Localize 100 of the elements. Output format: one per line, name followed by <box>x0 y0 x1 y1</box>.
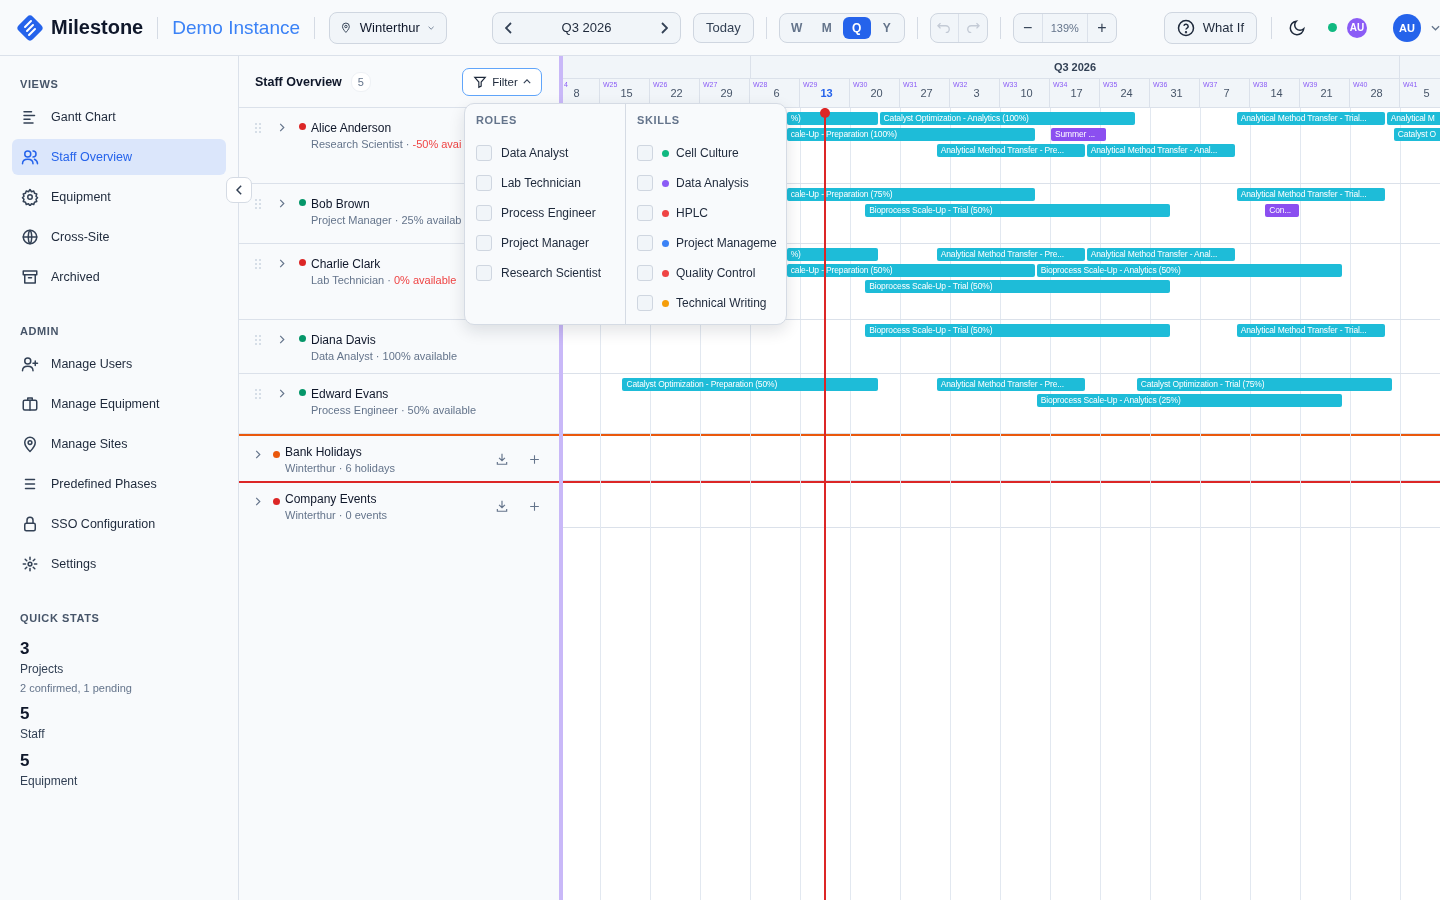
option-label[interactable]: Lab Technician <box>501 176 581 190</box>
calendar-name: Bank Holidays <box>285 445 363 459</box>
globe-icon <box>21 228 39 246</box>
chevron-left-icon <box>235 185 243 195</box>
week-date: 14 <box>1269 87 1284 99</box>
nav-item[interactable]: Cross-Site <box>12 219 226 255</box>
expand-icon[interactable] <box>279 123 285 132</box>
checkbox[interactable] <box>637 205 653 221</box>
checkbox[interactable] <box>637 265 653 281</box>
staff-name: Diana Davis <box>311 333 377 347</box>
week-date: 24 <box>1119 87 1134 99</box>
staff-details: Research Scientist · -50% avai <box>311 138 462 150</box>
zoom-level: 139% <box>1041 13 1088 42</box>
zoom-in-button[interactable]: + <box>1087 13 1116 42</box>
checkbox[interactable] <box>637 295 653 311</box>
stat-label: Projects <box>20 662 65 676</box>
stat-detail: 2 confirmed, 1 pending <box>20 682 133 694</box>
staff-details: Lab Technician · 0% available <box>311 274 457 286</box>
section-title: VIEWS <box>19 77 60 92</box>
stat-value: 5 <box>20 751 31 771</box>
calendar-details: Winterthur · 0 events <box>285 509 388 521</box>
week-date: 27 <box>919 87 934 99</box>
download-icon[interactable] <box>495 452 509 466</box>
stat-value: 3 <box>20 639 31 659</box>
lock-icon <box>21 515 39 533</box>
checkbox[interactable] <box>476 235 492 251</box>
staff-details: Process Engineer · 50% available <box>311 404 477 416</box>
user-plus-icon <box>21 355 39 373</box>
nav-item[interactable]: Manage Users <box>12 346 226 382</box>
drag-handle-icon[interactable] <box>255 389 261 399</box>
nav-item[interactable]: Equipment <box>12 179 226 215</box>
option-label[interactable]: Cell Culture <box>676 146 739 160</box>
staff-name: Alice Anderson <box>311 121 393 135</box>
drag-handle-icon[interactable] <box>255 199 261 209</box>
checkbox[interactable] <box>637 145 653 161</box>
staff-name: Charlie Clark <box>311 257 382 271</box>
location-select[interactable]: Winterthur <box>329 11 448 44</box>
nav-item[interactable]: Manage Sites <box>12 426 226 462</box>
user-avatar[interactable]: AU <box>1393 13 1422 42</box>
expand-icon[interactable] <box>279 199 285 208</box>
week-date: 31 <box>1169 87 1184 99</box>
scale-tab[interactable]: Y <box>872 16 901 39</box>
week-date: 20 <box>869 87 884 99</box>
nav-item[interactable]: SSO Configuration <box>12 506 226 542</box>
week-date: 5 <box>1422 87 1431 99</box>
checkbox[interactable] <box>476 145 492 161</box>
nav-item[interactable]: Archived <box>12 259 226 295</box>
nav-item[interactable]: Staff Overview <box>12 139 226 175</box>
chevron-down-icon <box>427 24 435 31</box>
nav-item[interactable]: Manage Equipment <box>12 386 226 422</box>
drag-handle-icon[interactable] <box>255 123 261 133</box>
drag-handle-icon[interactable] <box>255 259 261 269</box>
option-label[interactable]: Data Analyst <box>501 146 569 160</box>
chevron-left-icon <box>505 21 514 34</box>
option-label[interactable]: Research Scientist <box>501 266 602 280</box>
filter-button[interactable]: Filter <box>462 67 542 96</box>
drag-handle-icon[interactable] <box>255 335 261 345</box>
section-title: ADMIN <box>19 324 61 339</box>
option-label[interactable]: Process Engineer <box>501 206 596 220</box>
checkbox[interactable] <box>476 205 492 221</box>
scale-tab[interactable]: W <box>782 16 811 39</box>
stat-label: Staff <box>20 727 46 741</box>
week-date: 29 <box>719 87 734 99</box>
users-icon <box>21 148 39 166</box>
option-label[interactable]: Quality Control <box>676 266 756 280</box>
expand-icon[interactable] <box>255 450 261 459</box>
collapse-button[interactable] <box>226 177 252 203</box>
checkbox[interactable] <box>476 175 492 191</box>
plus-icon[interactable] <box>528 500 541 513</box>
week-date: 8 <box>572 87 581 99</box>
moon-icon[interactable] <box>1288 18 1307 37</box>
staff-name: Bob Brown <box>311 197 371 211</box>
nav-item[interactable]: Gantt Chart <box>12 99 226 135</box>
expand-icon[interactable] <box>255 497 261 506</box>
presence-avatar: AU <box>1347 17 1368 38</box>
task-bar[interactable]: Con... <box>1265 204 1299 217</box>
today-button[interactable]: Today <box>693 12 754 43</box>
expand-icon[interactable] <box>279 259 285 268</box>
option-label[interactable]: Project Manager <box>501 236 590 250</box>
nav-item[interactable]: Predefined Phases <box>12 466 226 502</box>
option-label[interactable]: HPLC <box>676 206 708 220</box>
plus-icon[interactable] <box>528 453 541 466</box>
checkbox[interactable] <box>637 235 653 251</box>
what-if-button[interactable]: What If <box>1163 11 1258 44</box>
column-title: ROLES <box>476 114 518 126</box>
zoom-out-button[interactable]: − <box>1013 13 1042 42</box>
option-label[interactable]: Data Analysis <box>676 176 749 190</box>
section-title: QUICK STATS <box>19 611 101 626</box>
expand-icon[interactable] <box>279 389 285 398</box>
chevron-down-icon[interactable] <box>1431 24 1440 31</box>
option-label[interactable]: Project Manageme <box>676 236 777 250</box>
download-icon[interactable] <box>495 499 509 513</box>
scale-tab[interactable]: Q <box>842 16 871 39</box>
nav-item[interactable]: Settings <box>12 546 226 582</box>
checkbox[interactable] <box>476 265 492 281</box>
option-label[interactable]: Technical Writing <box>676 296 767 310</box>
scale-tab[interactable]: M <box>812 16 841 39</box>
task-bar[interactable]: Summer ... <box>1051 128 1107 141</box>
expand-icon[interactable] <box>279 335 285 344</box>
checkbox[interactable] <box>637 175 653 191</box>
